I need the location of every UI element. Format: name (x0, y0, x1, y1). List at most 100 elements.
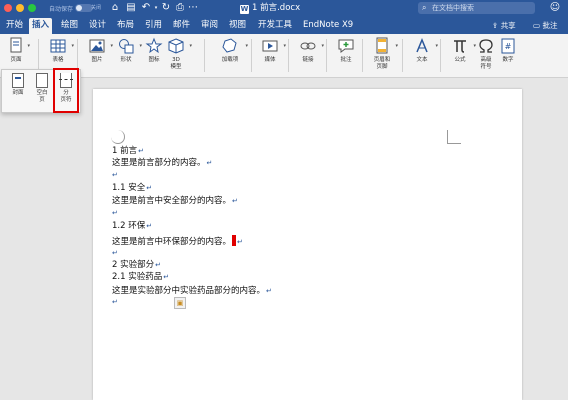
undo-icon[interactable]: ↶ (140, 2, 152, 14)
table-icon (50, 39, 66, 53)
link-label: 链接 (302, 57, 314, 63)
chevron-down-icon: ▾ (189, 43, 192, 49)
number-button[interactable]: # 数字 (492, 36, 524, 74)
tab-design[interactable]: 设计 (86, 17, 109, 34)
page-label: 页面 (10, 57, 22, 63)
ribbon-insert: ▾ 页面 ▾ 表格 ▾ 图片 ▾ 形状 图标 ▾ 3D 模型 ▾ 加载项 ▾ 媒… (0, 34, 568, 78)
heading-reagents[interactable]: 2.1 实验药品↵ (112, 272, 169, 282)
shapes-icon (119, 39, 134, 54)
tab-review[interactable]: 审阅 (198, 17, 221, 34)
empty-paragraph[interactable]: ↵ (112, 171, 118, 179)
profile-icon[interactable]: ☺ (548, 2, 562, 14)
cover-page-item[interactable]: 封面 (7, 73, 29, 113)
zoom-window-button[interactable] (28, 4, 36, 12)
more-icon[interactable]: ⋯ (188, 2, 198, 14)
svg-text:#: # (505, 42, 512, 51)
paragraph-reagents[interactable]: 这里是实验部分中实验药品部分的内容。↵ (112, 286, 272, 296)
home-icon[interactable]: ⌂ (109, 2, 121, 14)
cover-page-label: 封面 (12, 90, 24, 96)
heading-safety[interactable]: 1.1 安全↵ (112, 183, 152, 193)
ribbon-tabs: 开始 插入 绘图 设计 布局 引用 邮件 审阅 视图 开发工具 EndNote … (0, 17, 568, 34)
tab-endnote[interactable]: EndNote X9 (300, 17, 356, 34)
new-comment-icon (338, 39, 354, 53)
paragraph-preface[interactable]: 这里是前言部分的内容。↵ (112, 158, 212, 168)
3d-model-label: 3D 模型 (170, 57, 182, 70)
empty-paragraph[interactable]: ↵ (112, 249, 118, 257)
addins-icon (222, 38, 237, 53)
chevron-down-icon: ▾ (27, 43, 30, 49)
chevron-down-icon: ▾ (245, 43, 248, 49)
chevron-down-icon: ▾ (395, 43, 398, 49)
table-label: 表格 (52, 57, 64, 63)
media-label: 媒体 (264, 57, 276, 63)
document-page[interactable]: 1 前言↵ 这里是前言部分的内容。↵ ↵ 1.1 安全↵ 这里是前言中安全部分的… (93, 89, 522, 400)
cube-icon (168, 38, 184, 54)
crop-mark-top-left (111, 130, 125, 144)
media-button[interactable]: ▾ 媒体 (254, 36, 286, 74)
tab-developer[interactable]: 开发工具 (255, 17, 295, 34)
print-icon[interactable]: ⎙ (174, 2, 186, 14)
link-icon (300, 42, 316, 50)
text-button[interactable]: ▾ 文本 (406, 36, 438, 74)
search-input[interactable]: ⌕ 在文档中搜索 (418, 2, 535, 14)
document-title-text: 1 前言.docx (252, 3, 301, 13)
paragraph-safety[interactable]: 这里是前言中安全部分的内容。↵ (112, 196, 238, 206)
comments-label: 批注 (542, 21, 558, 30)
heading-environment[interactable]: 1.2 环保↵ (112, 221, 152, 231)
heading-preface[interactable]: 1 前言↵ (112, 146, 144, 156)
picture-icon (89, 39, 105, 53)
comment-label: 批注 (340, 57, 352, 63)
cover-page-icon (12, 73, 24, 88)
link-button[interactable]: ▾ 链接 (292, 36, 324, 74)
chevron-down-icon: ▾ (283, 43, 286, 49)
comments-button[interactable]: ▭ 批注 (533, 20, 557, 32)
pi-icon (454, 40, 466, 53)
empty-paragraph[interactable]: ↵ (112, 209, 118, 217)
autosave-state: 关闭 (91, 5, 102, 11)
share-button[interactable]: ⇪ 共享 (492, 20, 516, 32)
search-placeholder: 在文档中搜索 (432, 4, 474, 12)
number-label: 数字 (502, 57, 514, 63)
tab-insert[interactable]: 插入 (29, 18, 53, 34)
save-icon[interactable]: ▤ (125, 2, 137, 14)
chevron-down-icon: ▾ (71, 43, 74, 49)
picture-label: 图片 (91, 57, 103, 63)
undo-dropdown-icon[interactable]: ▾ (153, 2, 159, 14)
picture-button[interactable]: ▾ 图片 (81, 36, 113, 74)
number-icon: # (501, 38, 515, 54)
blank-page-item[interactable]: 空白 页 (31, 73, 53, 113)
title-bar: 自动保存 关闭 ⌂ ▤ ↶ ▾ ↻ ⎙ ⋯ W1 前言.docx ⌕ 在文档中搜… (0, 0, 568, 17)
text-label: 文本 (416, 57, 428, 63)
chevron-down-icon: ▾ (321, 43, 324, 49)
header-footer-button[interactable]: ▾ 页眉和 页脚 (366, 36, 398, 74)
minimize-window-button[interactable] (16, 4, 24, 12)
tab-mailings[interactable]: 邮件 (170, 17, 193, 34)
blank-page-icon (36, 73, 48, 88)
addins-label: 加载项 (221, 57, 239, 63)
empty-paragraph[interactable]: ↵ (112, 298, 118, 306)
tab-home[interactable]: 开始 (3, 17, 26, 34)
document-title: W1 前言.docx (240, 2, 300, 14)
word-doc-icon: W (240, 5, 249, 14)
share-label: 共享 (500, 21, 516, 30)
tab-references[interactable]: 引用 (142, 17, 165, 34)
page-icon (10, 37, 22, 53)
tab-view[interactable]: 视图 (226, 17, 249, 34)
crop-mark-top-right (447, 130, 461, 144)
chevron-down-icon: ▾ (435, 43, 438, 49)
tab-draw[interactable]: 绘图 (58, 17, 81, 34)
page-break-highlight (53, 68, 79, 113)
comment-icon: ▭ (533, 21, 541, 30)
3d-model-button[interactable]: ▾ 3D 模型 (160, 36, 192, 74)
addins-button[interactable]: ▾ 加载项 (212, 36, 248, 74)
tab-layout[interactable]: 布局 (114, 17, 137, 34)
share-icon: ⇪ (492, 21, 499, 30)
heading-experiment[interactable]: 2 实验部分↵ (112, 260, 161, 270)
redo-icon[interactable]: ↻ (160, 2, 172, 14)
close-window-button[interactable] (4, 4, 12, 12)
search-icon: ⌕ (422, 3, 427, 12)
comment-button[interactable]: 批注 (330, 36, 362, 74)
paste-options-icon[interactable]: ▣ (174, 297, 186, 309)
blank-page-label: 空白 页 (36, 90, 48, 103)
paragraph-environment[interactable]: 这里是前言中环保部分的内容。 ↵ (112, 235, 243, 247)
